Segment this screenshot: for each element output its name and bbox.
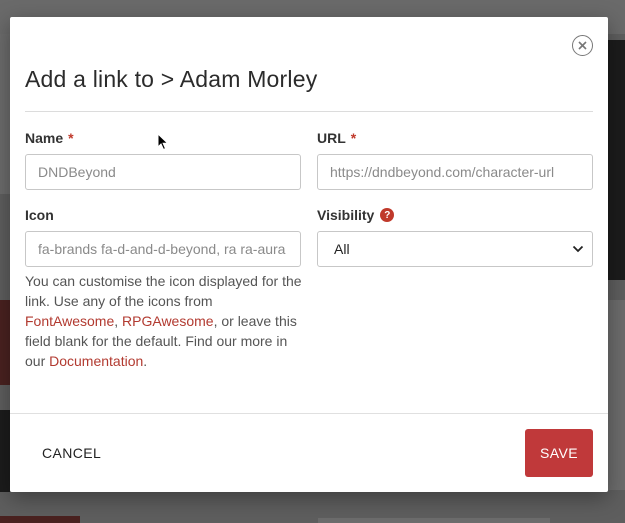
icon-input[interactable]: [25, 231, 301, 267]
help-text-part: You can customise the icon displayed for…: [25, 273, 302, 309]
required-mark: *: [68, 130, 74, 146]
icon-label-text: Icon: [25, 207, 54, 223]
name-label: Name *: [25, 130, 74, 146]
url-label-text: URL: [317, 130, 346, 146]
visibility-selected-value: All: [334, 241, 350, 257]
close-circle-icon: [578, 41, 587, 50]
background-card: [0, 34, 10, 194]
name-label-text: Name: [25, 130, 64, 146]
name-input[interactable]: [25, 154, 301, 190]
footer-divider: [10, 413, 608, 414]
help-text-separator: ,: [114, 313, 123, 329]
background-image: [608, 40, 625, 280]
url-label: URL *: [317, 130, 356, 146]
visibility-select[interactable]: All: [317, 231, 593, 267]
rpgawesome-link[interactable]: RPGAwesome: [122, 313, 214, 329]
dialog-title: Add a link to > Adam Morley: [25, 66, 318, 92]
title-divider: [25, 111, 593, 112]
fontawesome-link[interactable]: FontAwesome: [25, 313, 114, 329]
icon-help-text: You can customise the icon displayed for…: [25, 271, 307, 371]
url-input[interactable]: [317, 154, 593, 190]
save-button[interactable]: SAVE: [525, 429, 593, 477]
background-image: [0, 300, 10, 385]
help-text-end: .: [143, 353, 148, 369]
required-mark: *: [350, 130, 357, 146]
visibility-label-text: Visibility: [317, 207, 375, 223]
help-icon[interactable]: ?: [380, 208, 395, 222]
background-card: [608, 300, 625, 490]
add-link-dialog: Add a link to > Adam Morley Name * URL *…: [10, 17, 608, 492]
background-image: [0, 516, 80, 523]
mouse-pointer-icon: [157, 133, 169, 151]
visibility-label: Visibility ?: [317, 207, 395, 223]
documentation-link[interactable]: Documentation: [49, 353, 143, 369]
background-card: [318, 518, 550, 523]
cancel-button[interactable]: CANCEL: [29, 429, 114, 477]
icon-label: Icon: [25, 207, 54, 223]
close-button[interactable]: [572, 35, 593, 56]
chevron-down-icon: [572, 245, 584, 253]
background-image: [0, 410, 10, 492]
